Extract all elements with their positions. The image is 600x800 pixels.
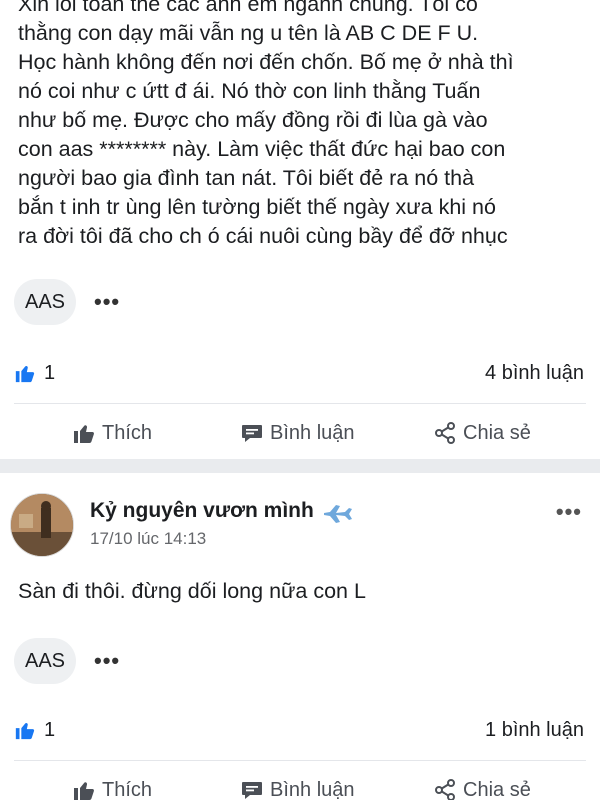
comment-button[interactable]: Bình luận <box>240 778 355 800</box>
comment-bubble-icon <box>242 782 262 799</box>
post-2-header: Kỷ nguyên vươn mình 17/10 lúc 14:13 ••• <box>10 493 590 559</box>
author-name[interactable]: Kỷ nguyên vươn mình <box>90 497 354 525</box>
post-1-line: Xin lỗi toàn thể các anh em ngành chúng.… <box>18 0 478 16</box>
post-1-stats: 1 4 bình luận <box>14 358 586 388</box>
post-1-line: con aas ******** này. Làm việc thất đức … <box>18 137 506 161</box>
like-label: Thích <box>102 421 153 444</box>
post-1-line: nó coi như c ứtt đ ái. Nó thờ con linh t… <box>18 79 481 103</box>
post-1-line: như bố mẹ. Được cho mấy đồng rồi đi lùa … <box>18 108 488 132</box>
tag-more-button[interactable]: ••• <box>94 291 120 313</box>
post-1-line: thằng con dạy mãi vẫn ng u tên là AB C D… <box>18 21 479 45</box>
post-options-button[interactable]: ••• <box>556 499 582 525</box>
tag-more-button[interactable]: ••• <box>94 650 120 672</box>
share-label: Chia sẻ <box>463 778 531 800</box>
comment-count-link[interactable]: 1 bình luận <box>485 719 586 742</box>
comment-label: Bình luận <box>270 778 355 800</box>
post-1-actions: Thích Bình luận Chia sẻ <box>0 413 600 453</box>
like-summary[interactable]: 1 <box>14 362 55 385</box>
share-icon <box>435 779 455 800</box>
like-button[interactable]: Thích <box>72 421 152 445</box>
like-button[interactable]: Thích <box>72 778 152 800</box>
post-1-line: bắn t inh tr ùng lên tường biết thế ngày… <box>18 195 496 219</box>
post-1-body: Xin lỗi toàn thể các anh em ngành chúng.… <box>18 0 588 251</box>
like-reaction-icon <box>15 722 35 740</box>
thumbs-up-icon <box>74 782 94 800</box>
share-button[interactable]: Chia sẻ <box>433 421 531 445</box>
comment-bubble-icon <box>242 425 262 442</box>
comment-label: Bình luận <box>270 421 355 444</box>
post-2-actions: Thích Bình luận Chia sẻ <box>0 770 600 800</box>
post-2-stats: 1 1 bình luận <box>14 715 586 745</box>
post-timestamp[interactable]: 17/10 lúc 14:13 <box>90 529 206 549</box>
like-count: 1 <box>44 361 56 384</box>
post-2-body: Sàn đi thôi. đừng dối long nữa con L <box>18 579 366 603</box>
post-1-tags: AAS ••• <box>14 279 120 325</box>
post-separator <box>0 459 600 473</box>
tag-chip-aas[interactable]: AAS <box>14 279 76 325</box>
author-name-text: Kỷ nguyên vươn mình <box>90 499 314 522</box>
comment-count-link[interactable]: 4 bình luận <box>485 362 586 385</box>
post-1-line: ra đời tôi đã cho ch ó cái nuôi cùng bầy… <box>18 224 508 248</box>
like-reaction-icon <box>15 365 35 383</box>
share-label: Chia sẻ <box>463 421 531 444</box>
like-label: Thích <box>102 778 153 800</box>
avatar-image <box>11 494 73 556</box>
post-1-line: người bao gia đình tan nát. Tôi biết đẻ … <box>18 166 475 190</box>
like-summary[interactable]: 1 <box>14 719 55 742</box>
airplane-icon <box>323 505 352 523</box>
post-2-tags: AAS ••• <box>14 638 120 684</box>
post-1-line: Học hành không đến nơi đến chốn. Bố mẹ ở… <box>18 50 514 74</box>
share-button[interactable]: Chia sẻ <box>433 778 531 800</box>
avatar[interactable] <box>10 493 74 557</box>
like-count: 1 <box>44 718 56 741</box>
share-icon <box>435 422 455 444</box>
comment-button[interactable]: Bình luận <box>240 421 355 445</box>
tag-chip-aas[interactable]: AAS <box>14 638 76 684</box>
thumbs-up-icon <box>74 425 94 443</box>
divider <box>14 403 586 404</box>
divider <box>14 760 586 761</box>
feed-screen: Xin lỗi toàn thể các anh em ngành chúng.… <box>0 0 600 800</box>
